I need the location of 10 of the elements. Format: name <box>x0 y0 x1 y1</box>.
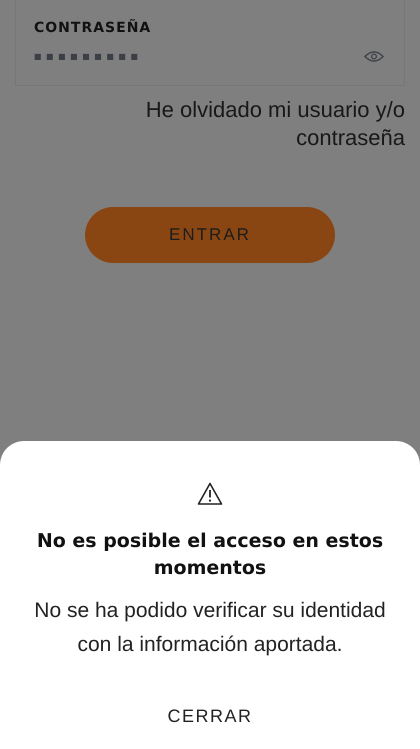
password-field[interactable]: CONTRASEÑA ■■■■■■■■■ <box>15 0 405 86</box>
eye-icon[interactable] <box>364 50 384 63</box>
forgot-link[interactable]: He olvidado mi usuario y/o contraseña <box>125 96 405 152</box>
dialog-message: No se ha podido verificar su identidad con la información aportada. <box>33 598 387 658</box>
dialog-title: No es posible el acceso en estos momentos <box>36 529 384 581</box>
field-label: CONTRASEÑA <box>34 20 152 36</box>
password-value: ■■■■■■■■■ <box>34 52 143 61</box>
login-button[interactable]: ENTRAR <box>85 207 335 263</box>
warning-icon <box>197 482 223 506</box>
close-button[interactable]: CERRAR <box>159 702 260 731</box>
